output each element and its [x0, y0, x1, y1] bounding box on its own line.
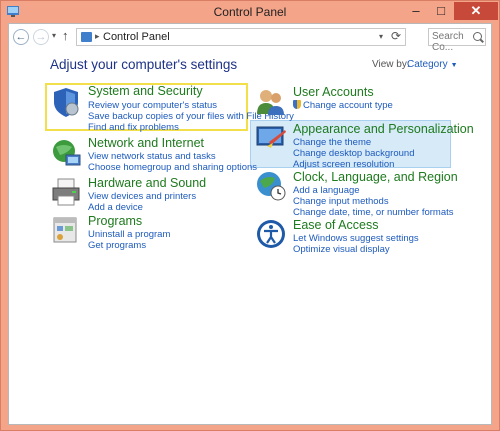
- appearance-icon[interactable]: [255, 122, 287, 154]
- category-title[interactable]: Clock, Language, and Region: [293, 170, 458, 184]
- link-optimize-display[interactable]: Optimize visual display: [293, 244, 390, 255]
- category-title[interactable]: Ease of Access: [293, 218, 378, 232]
- maximize-button[interactable]: □: [428, 2, 454, 20]
- control-panel-window: Control Panel – □ ✕ ← → ▾ ↑ ▸ Control Pa…: [0, 0, 500, 431]
- category-title[interactable]: Appearance and Personalization: [293, 122, 474, 136]
- link-get-programs[interactable]: Get programs: [88, 240, 146, 251]
- printer-icon[interactable]: [50, 176, 82, 208]
- link-text: Change account type: [303, 100, 393, 111]
- refresh-icon[interactable]: ⟳: [391, 29, 401, 43]
- close-button[interactable]: ✕: [454, 2, 498, 20]
- category-title[interactable]: User Accounts: [293, 85, 374, 99]
- link-suggest-settings[interactable]: Let Windows suggest settings: [293, 233, 419, 244]
- page-heading: Adjust your computer's settings: [50, 57, 238, 72]
- view-by-label: View by:: [372, 59, 410, 70]
- forward-button[interactable]: →: [33, 29, 49, 45]
- navigation-bar: ← → ▾ ↑ ▸ Control Panel ▾ ⟳ Search Co...: [9, 24, 491, 53]
- search-placeholder: Search Co...: [432, 31, 464, 53]
- link-screen-resolution[interactable]: Adjust screen resolution: [293, 159, 394, 170]
- link-add-language[interactable]: Add a language: [293, 185, 360, 196]
- chevron-down-icon: ▼: [450, 62, 458, 69]
- link-homegroup[interactable]: Choose homegroup and sharing options: [88, 162, 257, 173]
- title-bar[interactable]: Control Panel – □ ✕: [1, 1, 499, 23]
- link-desktop-background[interactable]: Change desktop background: [293, 148, 414, 159]
- category-title[interactable]: Network and Internet: [88, 136, 204, 150]
- address-dropdown-icon[interactable]: ▾: [379, 32, 383, 41]
- up-arrow-icon[interactable]: ↑: [62, 28, 69, 43]
- category-title[interactable]: System and Security: [88, 84, 203, 98]
- link-network-status[interactable]: View network status and tasks: [88, 151, 216, 162]
- address-bar[interactable]: ▸ Control Panel ▾ ⟳: [76, 28, 406, 46]
- recent-locations-chevron-icon[interactable]: ▾: [52, 31, 56, 40]
- users-icon[interactable]: [255, 86, 287, 118]
- link-change-account-type[interactable]: Change account type: [293, 100, 393, 111]
- link-devices-printers[interactable]: View devices and printers: [88, 191, 196, 202]
- breadcrumb-control-panel[interactable]: Control Panel: [103, 31, 170, 43]
- control-panel-folder-icon: [81, 32, 92, 42]
- search-box[interactable]: Search Co...: [428, 28, 486, 53]
- uac-shield-icon: [293, 100, 301, 109]
- category-title[interactable]: Programs: [88, 214, 142, 228]
- category-title[interactable]: Hardware and Sound: [88, 176, 206, 190]
- minimize-button[interactable]: –: [404, 2, 428, 20]
- network-globe-icon[interactable]: [50, 137, 82, 169]
- link-input-methods[interactable]: Change input methods: [293, 196, 389, 207]
- view-by-dropdown[interactable]: Category ▼: [407, 59, 458, 70]
- link-date-time-formats[interactable]: Change date, time, or number formats: [293, 207, 454, 218]
- ease-of-access-icon[interactable]: [255, 218, 287, 250]
- search-icon[interactable]: [473, 32, 482, 41]
- link-uninstall-program[interactable]: Uninstall a program: [88, 229, 170, 240]
- link-add-device[interactable]: Add a device: [88, 202, 143, 213]
- view-by-value: Category: [407, 59, 448, 70]
- breadcrumb-separator-icon[interactable]: ▸: [95, 31, 100, 42]
- link-change-theme[interactable]: Change the theme: [293, 137, 371, 148]
- programs-icon[interactable]: [50, 214, 82, 246]
- clock-globe-icon[interactable]: [255, 170, 287, 202]
- link-find-fix-problems[interactable]: Find and fix problems: [88, 122, 179, 133]
- client-area: ← → ▾ ↑ ▸ Control Panel ▾ ⟳ Search Co...…: [8, 23, 492, 425]
- shield-icon[interactable]: [50, 86, 82, 118]
- link-review-status[interactable]: Review your computer's status: [88, 100, 217, 111]
- back-button[interactable]: ←: [13, 29, 29, 45]
